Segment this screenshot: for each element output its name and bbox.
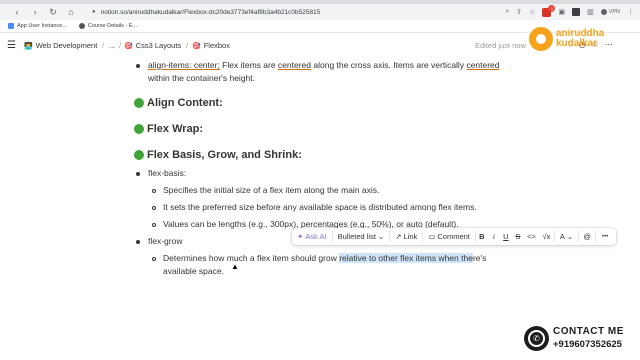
more-options-icon[interactable]: ⋯ (605, 40, 613, 49)
logo-mark-icon (529, 27, 553, 51)
align-items-line-2[interactable]: within the container's height. (148, 73, 255, 83)
breadcrumb-css3-layouts[interactable]: 🎯 Css3 Layouts (124, 41, 181, 50)
code-button[interactable]: <> (524, 228, 539, 245)
bookmark-favicon-icon (78, 23, 85, 29)
sidebar-menu-icon[interactable]: ☰ (7, 40, 16, 51)
comment-button[interactable]: ▭ Comment (423, 228, 475, 245)
block-type-dropdown[interactable]: Bulleted list ⌄ (333, 228, 390, 245)
comment-bubble-icon: ▭ (428, 232, 436, 241)
vpn-button[interactable]: VPN (600, 9, 620, 15)
sub-bullet-icon (152, 257, 156, 261)
basis-item[interactable]: Specifies the initial size of a flex ite… (163, 185, 379, 195)
breadcrumb-flexbox[interactable]: 🎯 Flexbox (192, 41, 230, 50)
heading-flex-wrap[interactable]: Flex Wrap: (134, 123, 203, 135)
more-button[interactable]: ••• (596, 228, 614, 245)
extension-puzzle-icon[interactable]: ▣ (558, 8, 565, 16)
bullet-icon (136, 172, 140, 176)
sub-bullet-icon (152, 223, 156, 227)
back-icon[interactable]: ‹ (10, 5, 24, 19)
lock-icon: ● (92, 9, 96, 15)
selected-text[interactable]: relative to other flex items when the (339, 253, 473, 263)
bookmark-item[interactable]: App User Instance... (8, 23, 67, 29)
browser-menu-icon[interactable]: ⋮ (627, 8, 634, 16)
url-text: notion.so/aniruddhakudalkar/Flexbox-dc20… (100, 8, 321, 16)
green-circle-icon (134, 150, 144, 160)
page-emoji-icon: 🎯 (192, 42, 201, 50)
bullet-icon (136, 240, 140, 244)
contact-phone: +919607352625 (553, 339, 622, 350)
bullet-icon (136, 64, 140, 68)
page-emoji-icon: 🎯 (124, 42, 133, 50)
basis-item[interactable]: It sets the preferred size before any av… (163, 202, 477, 212)
home-icon[interactable]: ⌂ (64, 5, 78, 19)
math-button[interactable]: √x (539, 228, 554, 245)
breadcrumb-separator: / (119, 41, 122, 50)
align-items-line[interactable]: align-items: center; Flex items are cent… (148, 60, 500, 70)
chevron-down-icon: ⌄ (566, 232, 574, 241)
italic-button[interactable]: i (488, 228, 500, 245)
grow-item-line-2[interactable]: available space. (163, 266, 224, 276)
mention-button[interactable]: @ (579, 228, 595, 245)
zoom-icon[interactable]: ⌕ (505, 8, 509, 16)
vpn-icon (600, 9, 607, 15)
text-color-button[interactable]: A ⌄ (555, 228, 578, 245)
breadcrumb-separator: / (186, 41, 189, 50)
sidebar-toggle-icon[interactable]: ▥ (587, 8, 594, 16)
browser-address-bar: ‹ › ↻ ⌂ ● notion.so/aniruddhakudalkar/Fl… (0, 4, 640, 20)
chevron-down-icon: ⌄ (377, 232, 385, 241)
extension-dark-icon[interactable] (572, 8, 581, 16)
bold-button[interactable]: B (476, 228, 488, 245)
bookmark-item[interactable]: Course Details - E... (78, 23, 137, 29)
breadcrumb-ellipsis[interactable]: ... (109, 41, 115, 50)
link-button[interactable]: ↗ Link (390, 228, 422, 245)
breadcrumb-web-development[interactable]: 👨‍💻 Web Development (24, 41, 97, 50)
forward-icon[interactable]: › (28, 5, 42, 19)
text-format-toolbar: ✦ Ask AI Bulleted list ⌄ ↗ Link ▭ Comment B … (292, 228, 616, 245)
green-circle-icon (134, 98, 144, 108)
link-arrow-icon: ↗ (395, 232, 402, 241)
breadcrumb-separator: / (102, 41, 105, 50)
contact-banner: ✆ CONTACT ME +919607352625 (524, 325, 624, 351)
page-emoji-icon: 👨‍💻 (24, 42, 33, 50)
whatsapp-icon: ✆ (524, 325, 549, 351)
sparkle-icon: ✦ (297, 232, 304, 241)
bookmark-favicon-icon (8, 23, 14, 29)
edited-status: Edited just now (475, 41, 526, 50)
green-circle-icon (134, 124, 144, 134)
ask-ai-button[interactable]: ✦ Ask AI (292, 228, 332, 245)
sub-bullet-icon (152, 189, 156, 193)
contact-title: CONTACT ME (553, 326, 624, 337)
flex-grow-label[interactable]: flex-grow (148, 236, 182, 246)
strikethrough-button[interactable]: S (512, 228, 524, 245)
heading-flex-basis-grow-shrink[interactable]: Flex Basis, Grow, and Shrink: (134, 149, 302, 161)
channel-logo: aniruddha kudalkar (529, 27, 604, 51)
share-page-icon[interactable]: ⇪ (516, 8, 522, 16)
grow-item[interactable]: Determines how much a flex item should g… (163, 253, 486, 263)
flex-basis-label[interactable]: flex-basis: (148, 168, 186, 178)
underline-button[interactable]: U (500, 228, 512, 245)
heading-align-content[interactable]: Align Content: (134, 97, 223, 109)
sub-bullet-icon (152, 206, 156, 210)
url-field[interactable]: ● notion.so/aniruddhakudalkar/Flexbox-dc… (92, 6, 320, 18)
reload-icon[interactable]: ↻ (46, 5, 60, 19)
extension-red-icon[interactable]: 1 (542, 4, 556, 17)
mouse-cursor-icon: ▲ (231, 262, 239, 271)
bookmark-star-icon[interactable]: ☆ (529, 8, 535, 16)
